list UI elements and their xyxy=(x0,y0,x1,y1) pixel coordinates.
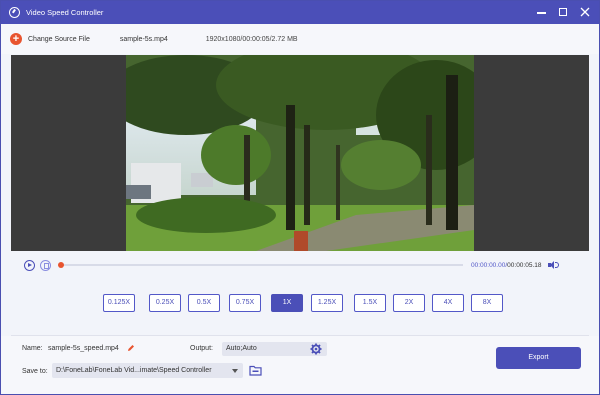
speed-option-0-75x[interactable]: 0.75X xyxy=(229,294,261,312)
speed-option-4x[interactable]: 4X xyxy=(432,294,464,312)
save-to-label: Save to: xyxy=(22,368,48,375)
progress-handle[interactable] xyxy=(58,262,64,268)
folder-icon[interactable] xyxy=(249,364,262,376)
speed-option-8x[interactable]: 8X xyxy=(471,294,503,312)
speed-option-0-25x[interactable]: 0.25X xyxy=(149,294,181,312)
current-time: 00:00:00.00 xyxy=(471,261,506,269)
minimize-button[interactable] xyxy=(535,6,547,18)
change-source-label: Change Source File xyxy=(28,35,90,43)
output-settings: Name: sample-5s_speed.mp4 Output: Auto;A… xyxy=(1,336,599,394)
plus-circle-icon: + xyxy=(10,33,22,45)
source-file-info: 1920x1080/00:00:05/2.72 MB xyxy=(205,35,298,43)
output-label: Output: xyxy=(190,345,213,352)
window-title: Video Speed Controller xyxy=(26,8,104,17)
chevron-down-icon xyxy=(232,368,238,373)
volume-icon[interactable] xyxy=(547,260,559,270)
video-frame[interactable] xyxy=(126,55,474,251)
minimize-icon xyxy=(536,12,546,14)
source-toolbar: + Change Source File sample-5s.mp4 1920x… xyxy=(1,24,599,54)
speed-options: 0.125X 0.25X 0.5X 0.75X 1X 1.25X 1.5X 2X 4X 8X xyxy=(1,294,599,312)
maximize-icon xyxy=(559,8,567,16)
pencil-icon[interactable] xyxy=(127,344,135,352)
output-name: sample-5s_speed.mp4 xyxy=(48,345,119,352)
close-icon xyxy=(580,7,590,17)
gear-icon[interactable] xyxy=(310,343,322,355)
change-source-button[interactable]: + Change Source File xyxy=(10,33,90,45)
speed-option-0-5x[interactable]: 0.5X xyxy=(188,294,220,312)
export-button[interactable]: Export xyxy=(496,347,581,369)
save-path-value: D:\FoneLab\FoneLab Vid...imate\Speed Con… xyxy=(56,367,212,374)
play-button[interactable] xyxy=(24,259,35,271)
speed-option-1-5x[interactable]: 1.5X xyxy=(354,294,386,312)
total-time: 00:00:05.18 xyxy=(507,261,542,269)
video-thumbnail xyxy=(126,55,474,251)
title-bar: Video Speed Controller xyxy=(1,1,599,24)
app-window: Video Speed Controller + Change Source F… xyxy=(0,0,600,395)
video-preview-area xyxy=(11,55,589,251)
window-controls xyxy=(535,6,591,18)
volume-wave xyxy=(554,262,559,268)
maximize-button[interactable] xyxy=(557,6,569,18)
playback-controls: 00:00:00.00/00:00:05.18 xyxy=(11,255,589,275)
speed-option-1-25x[interactable]: 1.25X xyxy=(311,294,343,312)
name-label: Name: xyxy=(22,345,43,352)
speed-option-1x[interactable]: 1X xyxy=(271,294,303,312)
save-path-dropdown[interactable]: D:\FoneLab\FoneLab Vid...imate\Speed Con… xyxy=(52,363,243,378)
source-filename: sample-5s.mp4 xyxy=(119,35,168,43)
speed-option-0-125x[interactable]: 0.125X xyxy=(103,294,135,312)
timecode: 00:00:00.00/00:00:05.18 xyxy=(471,261,542,269)
close-button[interactable] xyxy=(579,6,591,18)
stop-button[interactable] xyxy=(40,259,51,271)
speedometer-icon xyxy=(9,7,20,18)
output-format-value: Auto;Auto xyxy=(226,345,257,352)
speed-option-2x[interactable]: 2X xyxy=(393,294,425,312)
progress-track[interactable] xyxy=(58,262,463,268)
